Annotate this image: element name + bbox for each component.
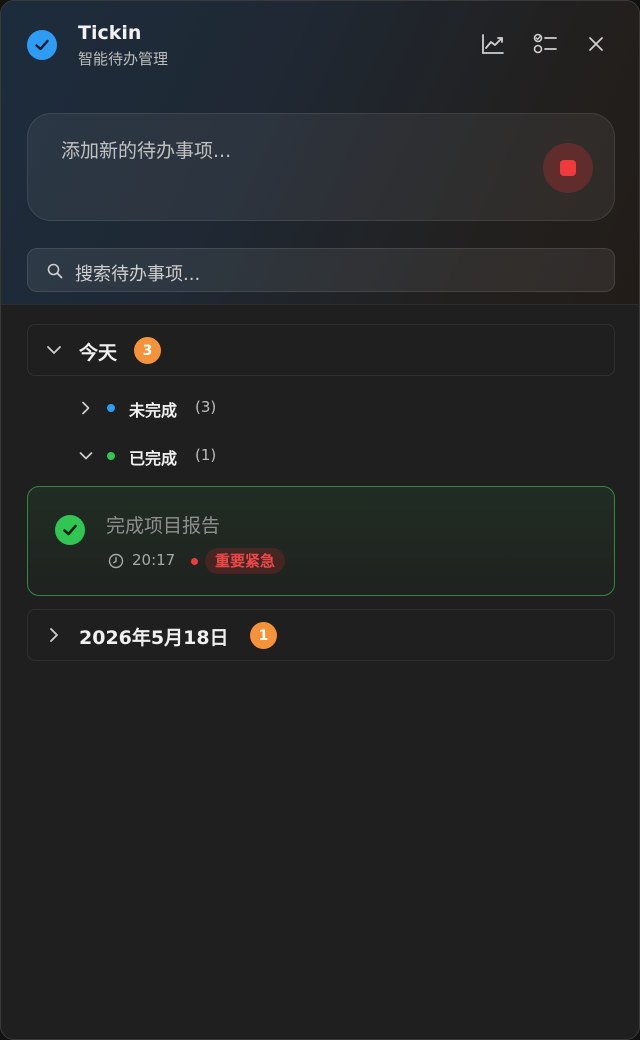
group-date-header[interactable]: 2026年5月18日 1 <box>27 609 615 661</box>
search-placeholder: 搜索待办事项... <box>75 264 201 285</box>
group-title: 今天 <box>79 342 118 364</box>
status-dot <box>107 404 115 412</box>
header-area: Tickin 智能待办管理 添加新的待办事项... 搜索待办事项... <box>1 1 639 305</box>
subgroup-label: 未完成 <box>129 401 178 420</box>
search-input[interactable]: 搜索待办事项... <box>27 248 615 292</box>
subgroup-completed[interactable]: 已完成 (1) <box>79 443 379 469</box>
add-todo-input[interactable]: 添加新的待办事项... <box>27 113 615 221</box>
count-badge: 1 <box>250 622 277 649</box>
checklist-icon <box>533 33 557 54</box>
chevron-down-icon <box>79 452 93 460</box>
app-subtitle: 智能待办管理 <box>78 50 169 68</box>
task-time: 20:17 <box>132 551 176 569</box>
close-button[interactable] <box>583 31 609 57</box>
priority-dot <box>191 558 198 565</box>
statistics-button[interactable] <box>480 31 506 57</box>
app-title: Tickin <box>78 22 142 44</box>
close-icon <box>589 37 603 51</box>
count-badge: 3 <box>134 337 161 364</box>
status-dot <box>107 452 115 460</box>
subgroup-count: (1) <box>195 446 217 464</box>
group-today-header[interactable]: 今天 3 <box>27 324 615 376</box>
search-icon <box>47 263 63 279</box>
app-logo-check-icon <box>27 30 57 60</box>
task-list-button[interactable] <box>532 31 558 57</box>
task-item[interactable]: 完成项目报告 20:17 重要紧急 <box>27 486 615 596</box>
clock-icon <box>108 553 124 569</box>
app-window: Tickin 智能待办管理 添加新的待办事项... 搜索待办事项... 今天 3… <box>0 0 640 1040</box>
priority-tag: 重要紧急 <box>205 548 286 574</box>
add-todo-placeholder: 添加新的待办事项... <box>61 140 232 162</box>
subgroup-count: (3) <box>195 398 217 416</box>
check-icon <box>63 524 77 536</box>
group-title: 2026年5月18日 <box>79 627 229 649</box>
subgroup-label: 已完成 <box>129 449 178 468</box>
task-title: 完成项目报告 <box>106 515 221 537</box>
stop-recording-button[interactable] <box>543 143 593 193</box>
chevron-down-icon <box>47 346 61 354</box>
chart-line-icon <box>482 34 504 54</box>
subgroup-incomplete[interactable]: 未完成 (3) <box>79 395 379 421</box>
task-complete-toggle[interactable] <box>55 515 85 545</box>
stop-icon <box>560 160 576 176</box>
chevron-right-icon <box>82 401 90 415</box>
chevron-right-icon <box>50 628 58 642</box>
